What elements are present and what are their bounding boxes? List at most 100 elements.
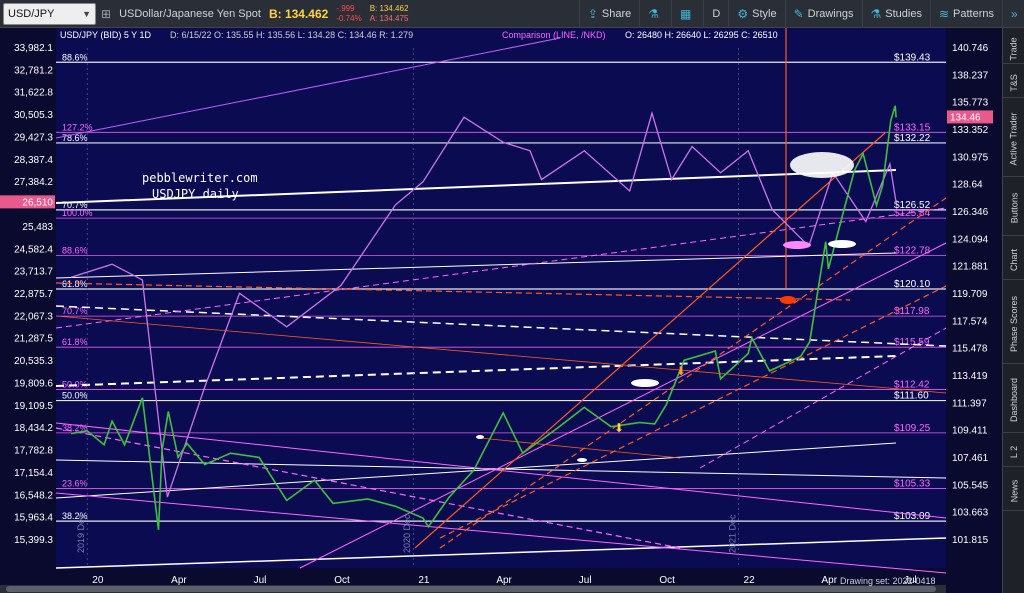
y-tick-label-left: 19,809.6: [14, 378, 53, 389]
y-tick-label-left: 31,622.8: [14, 88, 53, 99]
highlight-ellipse: [780, 296, 796, 304]
chevron-down-icon: ▼: [82, 8, 91, 19]
year-label: 2020 Dec: [402, 514, 412, 553]
share-label: Share: [601, 8, 632, 20]
change-value: -.999: [336, 3, 355, 13]
highlight-dot: [577, 458, 587, 462]
price-chart[interactable]: $139.4388.6%$133.15127.2%$132.2278.6%$12…: [0, 28, 1002, 593]
more-button[interactable]: »: [1002, 0, 1024, 28]
y-tick-label-left: 16,548.2: [14, 490, 53, 501]
y-tick-label-right: 117.574: [952, 316, 988, 327]
y-tick-label-left: 19,109.5: [14, 401, 53, 412]
bid-price: B: 134.462: [268, 6, 329, 21]
annotation-site: pebblewriter.com: [142, 171, 258, 185]
style-label: Style: [752, 8, 777, 20]
y-tick-label-left: 15,399.3: [14, 535, 53, 546]
side-tab-label: T&S: [1008, 73, 1019, 92]
calendar-button[interactable]: ▦: [671, 0, 703, 28]
highlight-dot: [476, 435, 484, 439]
toolbar-actions: ⇪ Share ⚗ ▦ D ⚙ Style ✎ Drawings ⚗ Studies ≋…: [578, 0, 1024, 28]
studies-button[interactable]: ⚗ Studies: [861, 0, 930, 28]
side-tab-label: Active Trader: [1009, 112, 1019, 166]
aggregation-button[interactable]: D: [703, 0, 728, 28]
level-percent: 100.0%: [62, 208, 93, 218]
level-percent: 61.8%: [62, 279, 88, 289]
patterns-button[interactable]: ≋ Patterns: [929, 0, 1002, 28]
more-icon: »: [1011, 7, 1018, 21]
side-tab-label: Dashboard: [1009, 377, 1019, 423]
level-label: $125.84: [894, 208, 931, 219]
y-tick-label-left: 27,384.2: [14, 177, 53, 188]
bid-small: B: 134.462: [369, 3, 409, 13]
side-tab-phase-scores[interactable]: Phase Scores: [1003, 284, 1024, 364]
y-tick-label-right: 140.746: [952, 43, 989, 54]
drawing-set-status: Drawing set: 2022-0418: [840, 576, 936, 586]
level-percent: 88.6%: [62, 52, 88, 62]
side-tab-news[interactable]: News: [1003, 471, 1024, 511]
side-tab-dashboard[interactable]: Dashboard: [1003, 368, 1024, 433]
patterns-icon: ≋: [938, 7, 950, 21]
x-tick-label: Oct: [659, 575, 675, 586]
side-tab-t-s[interactable]: T&S: [1003, 68, 1024, 98]
studies-label: Studies: [885, 8, 922, 20]
level-label: $115.59: [894, 337, 930, 348]
y-tick-label-right: 124.094: [952, 234, 989, 245]
change-block: -.999 -0.74%: [336, 4, 361, 24]
y-tick-label-right: 109.411: [952, 426, 988, 437]
y-tick-label-left: 17,154.4: [14, 468, 53, 479]
side-tab-chart[interactable]: Chart: [1003, 240, 1024, 280]
side-tab-trade[interactable]: Trade: [1003, 34, 1024, 64]
y-tick-label-left: 22,067.3: [14, 311, 53, 322]
x-tick-label: 22: [744, 575, 756, 586]
current-price-label: 134.46: [950, 112, 981, 123]
y-tick-label-left: 25,483: [22, 222, 53, 233]
side-tab-label: Chart: [1009, 248, 1020, 271]
comparison-fields: O: 26480 H: 26640 L: 26295 C: 26510: [625, 30, 778, 40]
y-tick-label-left: 20,535.3: [14, 356, 53, 367]
side-tabs: Trade T&S Active Trader Buttons Chart Phase S…: [1002, 28, 1024, 593]
y-tick-label-left: 28,387.4: [14, 155, 53, 166]
y-tick-label-left: 17,782.8: [14, 446, 53, 457]
y-tick-label-right: 101.815: [952, 535, 989, 546]
drawings-label: Drawings: [807, 8, 854, 20]
y-tick-label-left: 33,982.1: [14, 43, 53, 54]
level-percent: 50.0%: [62, 391, 88, 401]
y-tick-label-left: 24,582.4: [14, 244, 53, 255]
y-tick-label-right: 128.64: [952, 180, 983, 191]
y-tick-label-right: 130.975: [952, 152, 989, 163]
link-icon[interactable]: ⊞: [101, 7, 111, 21]
y-tick-label-right: 133.352: [952, 125, 989, 136]
y-tick-label-right: 107.461: [952, 453, 989, 464]
level-label: $132.22: [894, 133, 931, 144]
flask-button[interactable]: ⚗: [639, 0, 671, 28]
level-label: $139.43: [894, 52, 931, 63]
level-percent: 23.6%: [62, 478, 88, 488]
level-label: $109.25: [894, 423, 931, 434]
year-label: 2019 Dec: [76, 514, 86, 553]
y-tick-label-right: 103.663: [952, 508, 989, 519]
pencil-icon: ✎: [793, 7, 804, 21]
side-tab-active-trader[interactable]: Active Trader: [1003, 102, 1024, 177]
patterns-label: Patterns: [953, 8, 994, 20]
y-tick-label-right: 119.709: [952, 289, 988, 300]
x-tick-label: Apr: [822, 575, 838, 586]
level-percent: 127.2%: [62, 122, 93, 132]
bid-ask-block: B: 134.462 A: 134.475: [370, 4, 409, 24]
side-tab-buttons[interactable]: Buttons: [1003, 181, 1024, 236]
style-button[interactable]: ⚙ Style: [728, 0, 784, 28]
x-tick-label: Apr: [496, 575, 512, 586]
side-tab-label: Buttons: [1009, 192, 1019, 224]
y-tick-label-left: 22,875.7: [14, 289, 53, 300]
y-tick-label-right: 138.237: [952, 70, 989, 81]
drawings-button[interactable]: ✎ Drawings: [784, 0, 862, 28]
flask-icon: ⚗: [648, 7, 660, 21]
side-tab-l-2[interactable]: L 2: [1003, 437, 1024, 467]
symbol-selector[interactable]: USD/JPY ▼: [3, 2, 96, 25]
y-tick-label-left: 18,434.2: [14, 423, 53, 434]
side-tab-label: Trade: [1009, 36, 1019, 61]
scrollbar-thumb: [6, 586, 936, 592]
x-tick-label: Oct: [334, 575, 350, 586]
arrow-down-icon: ⬇: [676, 364, 686, 378]
level-label: $111.60: [894, 391, 929, 402]
share-button[interactable]: ⇪ Share: [578, 0, 639, 28]
